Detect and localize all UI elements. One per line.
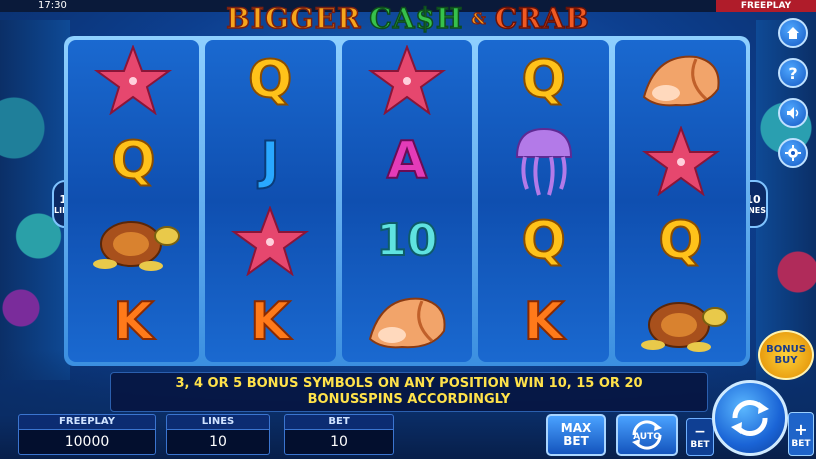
clock: 17:30: [38, 0, 67, 11]
symbol-letter: Q: [247, 50, 293, 111]
info-message: 3, 4 OR 5 BONUS SYMBOLS ON ANY POSITION …: [110, 372, 708, 412]
sound-icon: [787, 107, 799, 119]
shell-symbol: [631, 44, 731, 116]
symbol-letter: K: [523, 291, 565, 352]
gear-icon: [785, 145, 801, 161]
freeplay-tag: FREEPLAY: [716, 0, 816, 12]
spin-button[interactable]: [712, 380, 788, 456]
logo-word-bigger: BIGGER: [225, 1, 362, 36]
jellyfish-symbol: [494, 125, 594, 197]
symbol-q: Q: [494, 205, 594, 277]
info-line-2: BONUSSPINS ACCORDINGLY: [307, 392, 511, 407]
reels: Q K Q J K A 10 Q Q K Q: [68, 40, 746, 362]
bonus-buy-label-bottom: BUY: [774, 355, 798, 366]
symbol-k: K: [220, 286, 320, 358]
shell-symbol: [357, 286, 457, 358]
reel-2: QJ K: [204, 40, 336, 362]
lines-value: 10: [166, 430, 270, 455]
logo-word-cash: CA$H: [369, 1, 464, 36]
bet-value: 10: [284, 430, 394, 455]
symbol-k: K: [83, 286, 183, 358]
symbol-k: K: [494, 286, 594, 358]
freeplay-value: 10000: [18, 430, 156, 455]
autoplay-label: AUTO: [633, 432, 661, 442]
spin-icon: [731, 399, 769, 437]
turtle-symbol: [631, 286, 731, 358]
bet-panel: BET 10: [284, 414, 394, 456]
symbol-q: Q: [631, 205, 731, 277]
sound-button[interactable]: [778, 98, 808, 128]
info-line-1: 3, 4 OR 5 BONUS SYMBOLS ON ANY POSITION …: [175, 376, 643, 391]
minus-icon: −: [694, 424, 706, 440]
symbol-q: Q: [83, 125, 183, 197]
plus-icon: +: [794, 419, 808, 439]
bonus-buy-button[interactable]: BONUS BUY: [758, 330, 814, 380]
lines-label: LINES: [166, 414, 270, 430]
freeplay-label: FREEPLAY: [18, 414, 156, 430]
bet-label: BET: [284, 414, 394, 430]
bonus-buy-label-top: BONUS: [766, 344, 806, 355]
logo-word-crab: CRAB: [494, 1, 590, 36]
bet-increase-button[interactable]: + BET: [788, 412, 814, 456]
starfish-symbol: [631, 125, 731, 197]
symbol-letter: Q: [657, 211, 703, 272]
help-button[interactable]: ?: [778, 58, 808, 88]
autoplay-button[interactable]: AUTO: [616, 414, 678, 456]
home-button[interactable]: [778, 18, 808, 48]
logo-ampersand: &: [471, 8, 487, 28]
max-bet-label-bottom: BET: [563, 434, 589, 448]
symbol-letter: Q: [110, 130, 156, 191]
autoplay-icon: AUTO: [632, 420, 662, 450]
reel-5: Q: [615, 40, 746, 362]
bet-increase-label: BET: [791, 438, 811, 449]
max-bet-button[interactable]: MAX BET: [546, 414, 606, 456]
reels-area: Q K Q J K A 10 Q Q K Q: [64, 36, 750, 366]
starfish-symbol: [357, 44, 457, 116]
symbol-letter: K: [249, 291, 291, 352]
reel-3: A 10: [341, 40, 473, 362]
reel-1: QK: [68, 40, 199, 362]
help-icon: ?: [788, 63, 798, 83]
starfish-symbol: [83, 44, 183, 116]
symbol-letter: 10: [375, 215, 438, 267]
settings-button[interactable]: [778, 138, 808, 168]
game-logo: BIGGER CA$H & CRAB: [198, 1, 618, 36]
symbol-10: 10: [357, 205, 457, 277]
bet-decrease-label: BET: [690, 440, 710, 450]
symbol-q: Q: [220, 44, 320, 116]
starfish-symbol: [220, 205, 320, 277]
symbol-j: J: [220, 125, 320, 197]
reel-4: QQK: [478, 40, 610, 362]
symbol-letter: Q: [521, 211, 567, 272]
lines-panel: LINES 10: [166, 414, 270, 456]
freeplay-panel: FREEPLAY 10000: [18, 414, 156, 456]
home-icon: [787, 27, 799, 39]
symbol-letter: Q: [521, 50, 567, 111]
symbol-letter: J: [259, 130, 280, 191]
symbol-letter: K: [112, 291, 154, 352]
symbol-q: Q: [494, 44, 594, 116]
turtle-symbol: [83, 205, 183, 277]
symbol-letter: A: [386, 130, 428, 191]
symbol-a: A: [357, 125, 457, 197]
bet-decrease-button[interactable]: − BET: [686, 418, 714, 456]
